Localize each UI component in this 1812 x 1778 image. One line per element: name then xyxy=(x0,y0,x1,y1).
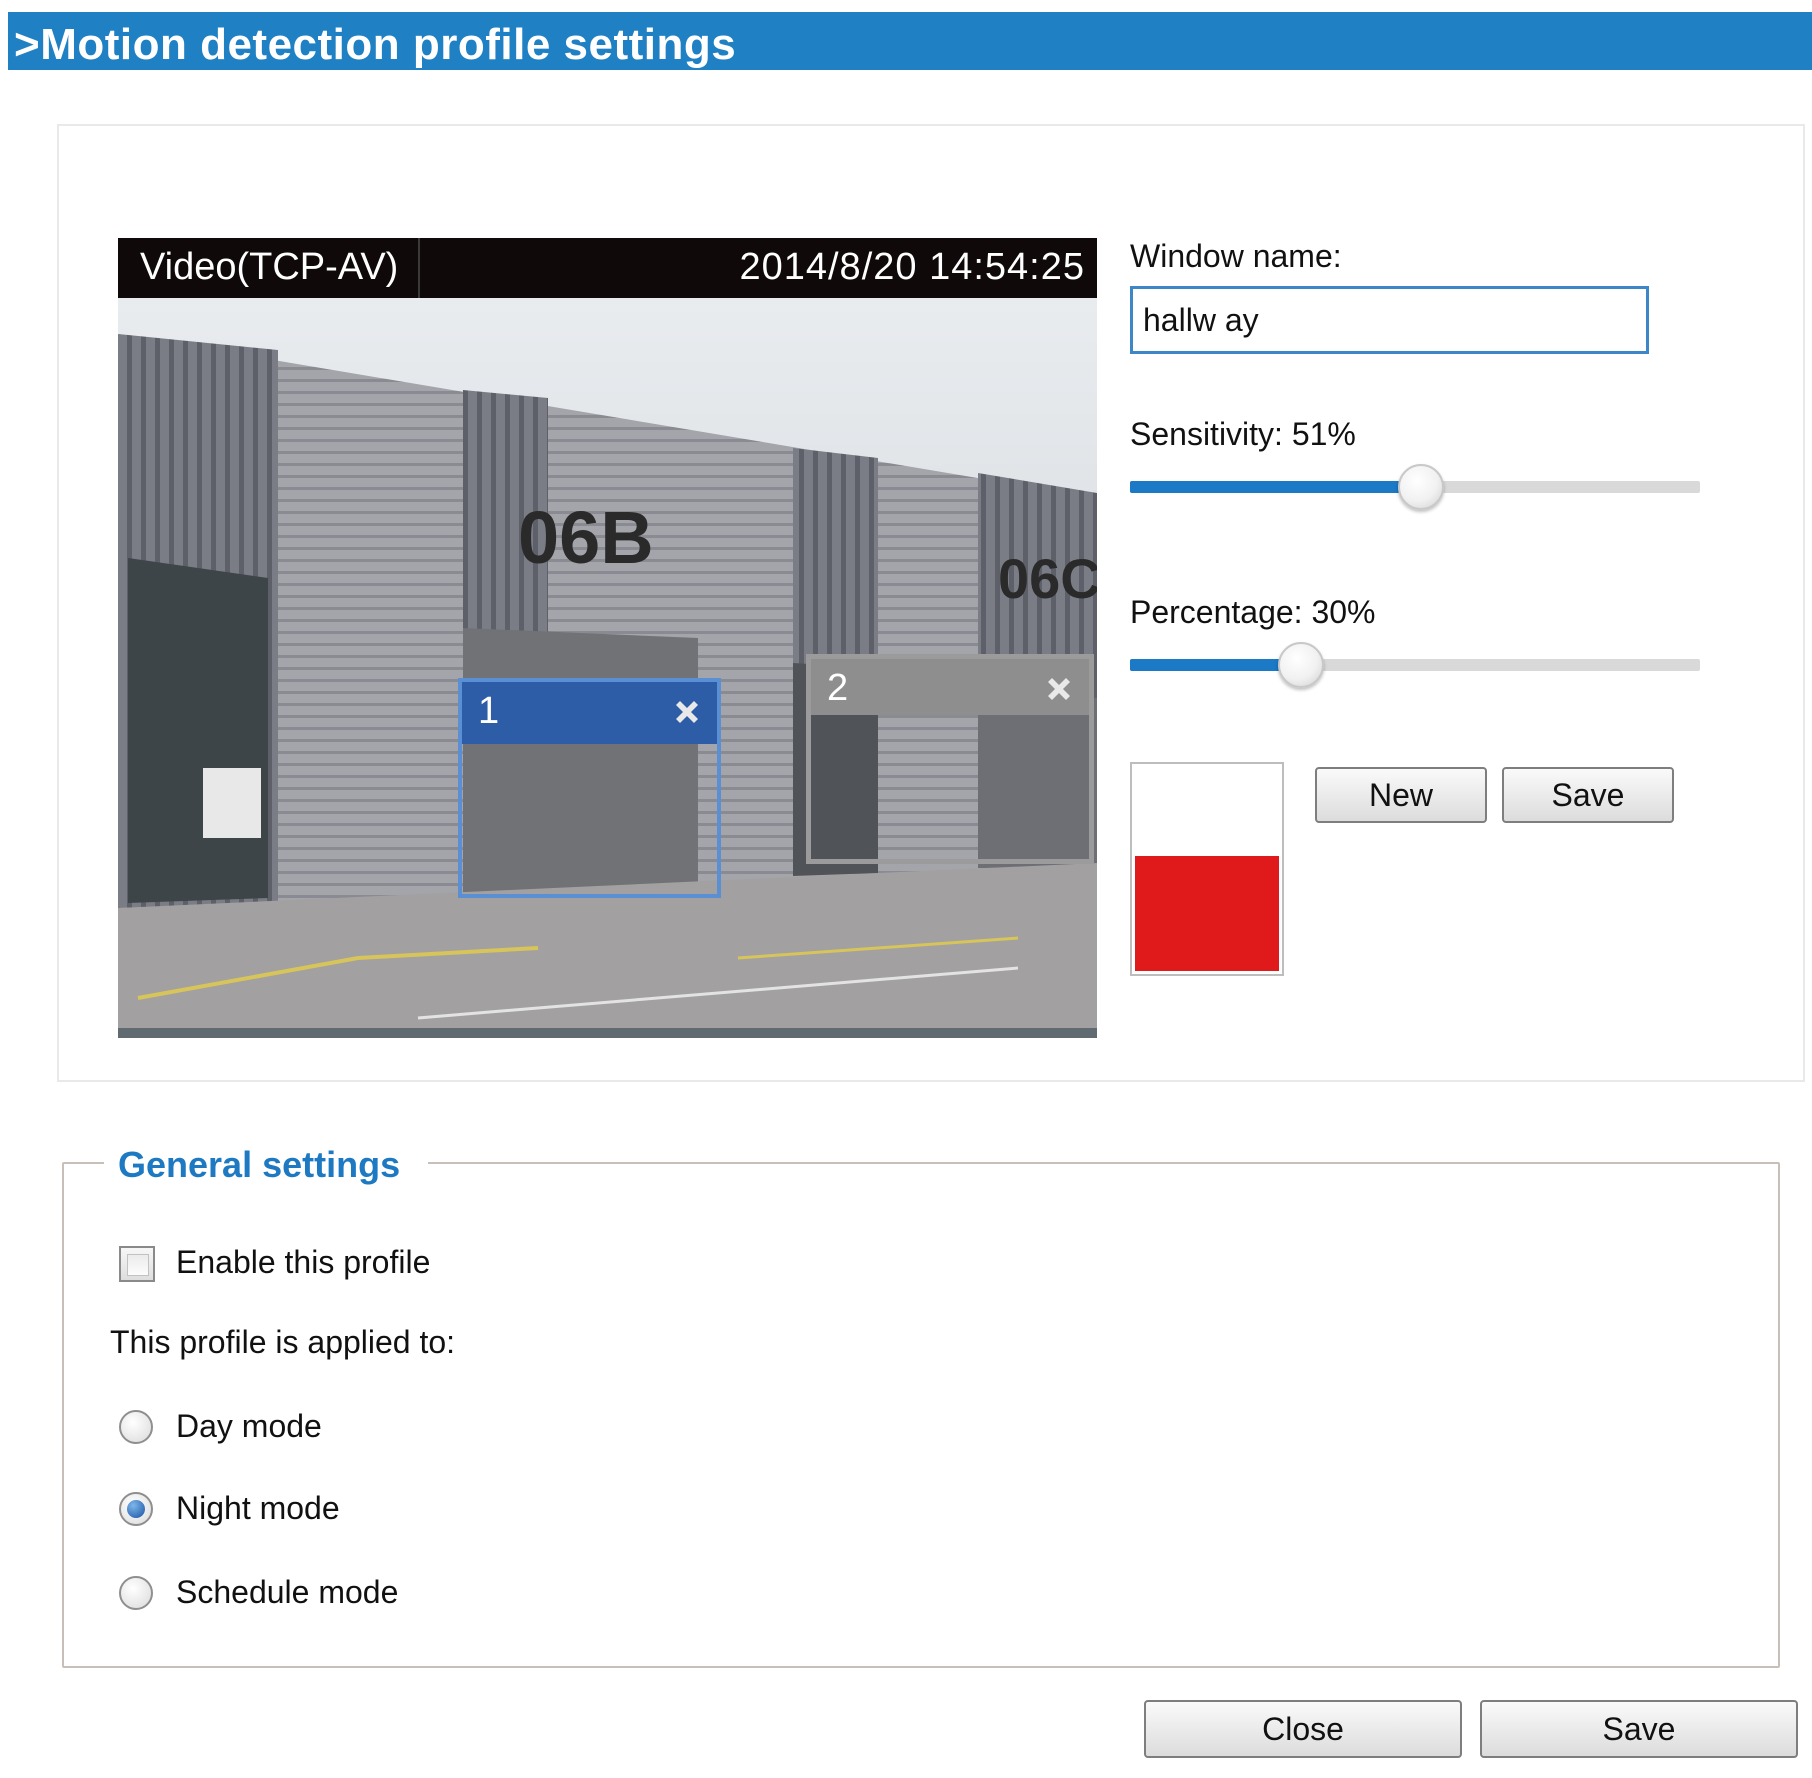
percentage-slider-handle[interactable] xyxy=(1278,642,1324,688)
motion-window-2-number: 2 xyxy=(827,667,849,709)
day-mode-radio[interactable] xyxy=(119,1410,153,1444)
general-settings-legend: General settings xyxy=(104,1144,429,1186)
sensitivity-slider-handle[interactable] xyxy=(1398,464,1444,510)
applied-to-label: This profile is applied to: xyxy=(110,1324,456,1360)
save-window-button[interactable]: Save xyxy=(1502,767,1674,823)
percentage-label: Percentage: 30% xyxy=(1130,594,1376,630)
motion-window-1-number: 1 xyxy=(478,690,500,732)
percentage-slider[interactable] xyxy=(1130,640,1700,690)
motion-window-1[interactable]: 1 xyxy=(458,678,721,898)
video-header: Video(TCP-AV) 2014/8/20 14:54:25 xyxy=(118,238,1097,298)
schedule-mode-label[interactable]: Schedule mode xyxy=(176,1574,398,1611)
window-name-label: Window name: xyxy=(1130,238,1342,274)
motion-activity-meter xyxy=(1130,762,1284,976)
schedule-mode-radio[interactable] xyxy=(119,1576,153,1610)
close-button[interactable]: Close xyxy=(1144,1700,1462,1758)
night-mode-label[interactable]: Night mode xyxy=(176,1490,340,1527)
save-button[interactable]: Save xyxy=(1480,1700,1798,1758)
window-name-input[interactable] xyxy=(1130,286,1649,354)
video-bottom-bar xyxy=(118,1028,1097,1038)
close-x-icon[interactable] xyxy=(671,696,703,728)
motion-window-2[interactable]: 2 xyxy=(806,654,1094,864)
title-bar: >Motion detection profile settings xyxy=(8,12,1812,70)
night-mode-radio[interactable] xyxy=(119,1492,153,1526)
header-divider xyxy=(418,238,420,298)
motion-window-2-header[interactable]: 2 xyxy=(811,659,1089,715)
day-mode-label[interactable]: Day mode xyxy=(176,1408,322,1445)
video-preview[interactable]: 06B 06C Video(TCP-AV) 2014/8/20 14:54:25… xyxy=(118,238,1097,1038)
stream-type-label: Video(TCP-AV) xyxy=(140,246,399,288)
close-x-icon[interactable] xyxy=(1043,673,1075,705)
sensitivity-label: Sensitivity: 51% xyxy=(1130,416,1356,452)
percentage-slider-fill xyxy=(1130,659,1301,671)
sensitivity-slider[interactable] xyxy=(1130,462,1700,512)
video-timestamp: 2014/8/20 14:54:25 xyxy=(739,246,1085,288)
new-window-button[interactable]: New xyxy=(1315,767,1487,823)
svg-text:06B: 06B xyxy=(518,496,654,579)
motion-window-1-header[interactable]: 1 xyxy=(462,682,717,744)
enable-profile-checkbox[interactable] xyxy=(119,1246,155,1282)
motion-activity-level xyxy=(1135,855,1279,971)
svg-text:06C: 06C xyxy=(998,547,1097,610)
enable-profile-label[interactable]: Enable this profile xyxy=(176,1244,430,1281)
page-title: >Motion detection profile settings xyxy=(14,20,737,69)
sensitivity-slider-fill xyxy=(1130,481,1421,493)
